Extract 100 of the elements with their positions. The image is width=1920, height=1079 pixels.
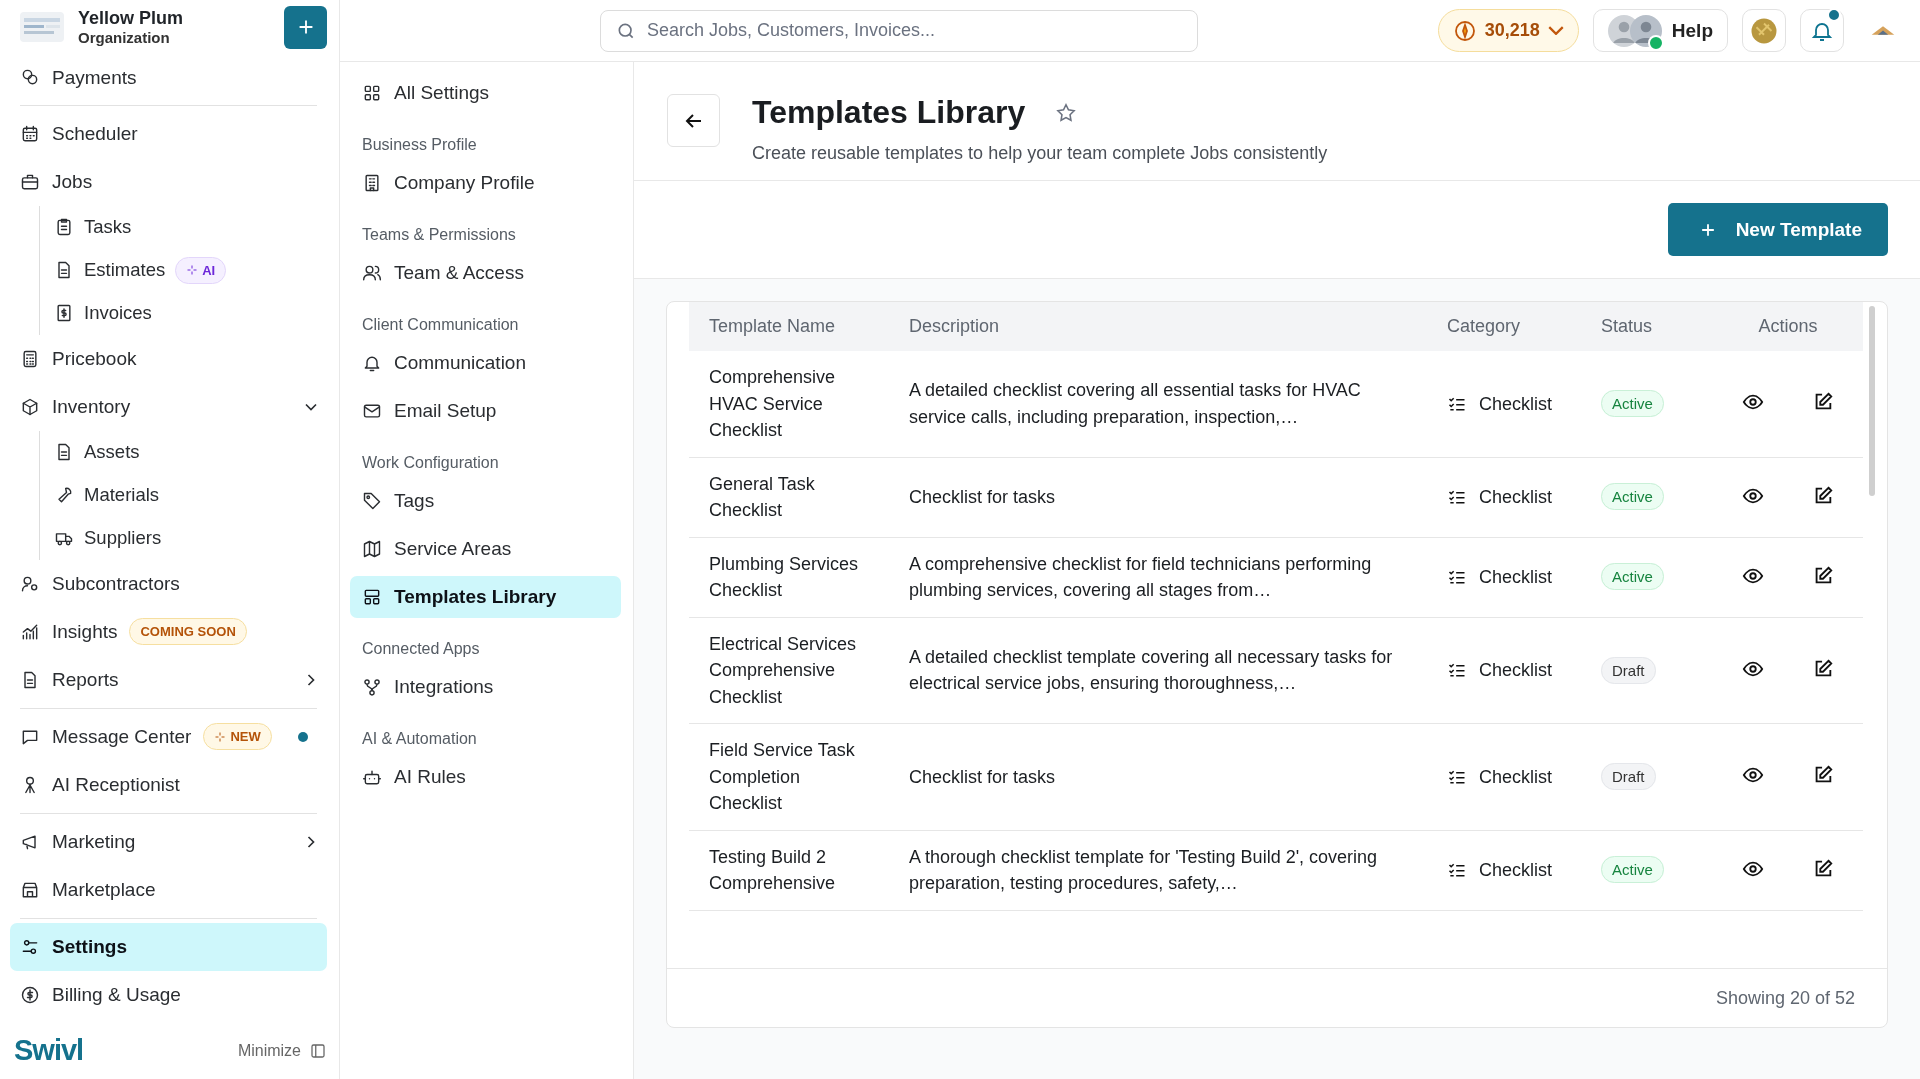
back-button[interactable]: [667, 94, 720, 147]
dollar-document-icon: [54, 303, 74, 324]
settings-nav-item[interactable]: Service Areas: [350, 528, 621, 570]
nav-item[interactable]: Inventory: [10, 382, 327, 431]
nav-item[interactable]: Scheduler: [10, 109, 327, 158]
nav-item[interactable]: Assets: [44, 430, 327, 474]
column-header: Category: [1447, 316, 1522, 337]
page-subtitle: Create reusable templates to help your team complete Jobs consistently: [752, 143, 1328, 164]
brand-logo: Swivl: [14, 1034, 84, 1068]
table-cell-text: Testing Build 2 Comprehensive: [708, 845, 837, 895]
scrollbar[interactable]: [1869, 306, 1875, 496]
nav-item[interactable]: Billing & Usage: [10, 970, 327, 1019]
settings-nav-item[interactable]: Integrations: [350, 666, 621, 708]
layout-icon: [362, 587, 382, 607]
clipboard-icon: [54, 217, 74, 238]
status-badge: Active: [1601, 390, 1664, 417]
settings-nav-item[interactable]: Company Profile: [350, 162, 621, 204]
search-field[interactable]: Search Jobs, Customers, Invoices...: [600, 9, 1198, 52]
page-title: Templates Library: [752, 94, 1026, 131]
feature-badge: NEW: [203, 723, 272, 751]
nav-item[interactable]: Suppliers: [44, 516, 327, 560]
settings-nav-item[interactable]: All Settings: [350, 72, 621, 114]
nav-item[interactable]: Invoices: [44, 291, 327, 335]
coin-icon: [1452, 18, 1477, 43]
settings-nav-item[interactable]: Team & Access: [350, 252, 621, 294]
nav-item[interactable]: Marketplace: [10, 865, 327, 914]
settings-nav-item[interactable]: Email Setup: [350, 390, 621, 432]
nav-item[interactable]: Materials: [44, 473, 327, 517]
section-heading: Connected Apps: [361, 639, 481, 659]
table-cell-text: Checklist for tasks: [909, 765, 1057, 789]
map-icon: [362, 539, 382, 559]
envelope-icon: [362, 401, 382, 421]
credits-button[interactable]: 30,218: [1437, 9, 1579, 52]
pagination-summary: Showing 20 of 52: [1715, 987, 1855, 1009]
chevron-down-icon: [1547, 26, 1564, 35]
nav-item[interactable]: Message Center NEW: [10, 712, 327, 761]
column-header: Description: [909, 316, 1001, 337]
section-heading: Teams & Permissions: [361, 225, 517, 245]
nav-item[interactable]: Subcontractors: [10, 559, 327, 608]
star-icon[interactable]: [1055, 101, 1078, 124]
settings-nav-item[interactable]: AI Rules: [350, 756, 621, 798]
organization-label: Organization: [78, 29, 171, 47]
table-cell-text: General Task Checklist: [708, 472, 816, 522]
status-badge: Active: [1601, 563, 1664, 591]
column-header: Status: [1601, 316, 1654, 337]
table-cell-text: Checklist: [1479, 565, 1553, 589]
sparkle-icon: [186, 264, 199, 277]
nav-item[interactable]: Jobs: [10, 157, 327, 206]
nav-item[interactable]: Marketing: [10, 817, 327, 866]
calendar-icon: [20, 123, 40, 144]
grid-icon: [362, 83, 382, 103]
feature-badge: COMING SOON: [129, 618, 247, 646]
nav-item[interactable]: Reports: [10, 655, 327, 704]
nav-item[interactable]: AI Receptionist: [10, 760, 327, 809]
table-cell-text: Plumbing Services Checklist: [708, 552, 860, 602]
settings-nav-item[interactable]: Communication: [350, 342, 621, 384]
nav-item[interactable]: Pricebook: [10, 334, 327, 383]
table-cell-text: Checklist for tasks: [909, 485, 1057, 509]
settings-nav-item[interactable]: Templates Library: [350, 576, 621, 618]
feature-badge: AI: [175, 256, 227, 284]
settings-nav-item[interactable]: Tags: [350, 480, 621, 522]
dollar-circle-icon: [20, 984, 40, 1005]
table-cell-text: A detailed checklist covering all essential tasks for HVAC service calls, including preparation, inspection,…: [909, 379, 1362, 429]
table-cell-text: Field Service Task Completion Checklist: [708, 739, 856, 815]
table-cell-text: A thorough checklist template for 'Testing Build 2', covering preparation, testing procedures, safety,…: [909, 845, 1379, 895]
section-heading: Business Profile: [361, 135, 478, 155]
users-icon: [362, 263, 382, 283]
table-cell-text: Checklist: [1479, 765, 1553, 789]
table-cell-text: Checklist: [1479, 659, 1553, 682]
nav-item[interactable]: Tasks: [44, 205, 327, 249]
sparkle-icon: [214, 730, 227, 743]
status-badge: Active: [1601, 483, 1664, 511]
status-badge: Draft: [1601, 656, 1656, 684]
add-button[interactable]: [284, 5, 327, 49]
status-badge: Active: [1601, 856, 1664, 884]
new-template-button[interactable]: New Template: [1667, 203, 1888, 256]
column-header: Actions: [1757, 316, 1819, 337]
nav-item[interactable]: Payments: [10, 66, 327, 101]
column-header: Template Name: [708, 316, 837, 337]
building-icon: [362, 173, 382, 193]
mountain-logo-icon: [1870, 24, 1896, 37]
table-cell-text: Electrical Services Comprehensive Checklist: [708, 632, 858, 709]
minimize-button[interactable]: Minimize: [237, 1041, 327, 1060]
notifications-button[interactable]: [1800, 9, 1844, 52]
cube-icon: [20, 396, 40, 417]
status-badge: Draft: [1601, 763, 1656, 790]
nav-item[interactable]: Estimates AI: [44, 248, 327, 292]
section-heading: Client Communication: [361, 315, 520, 335]
nav-item[interactable]: Settings: [10, 922, 327, 971]
sidebar-panel-icon: [309, 1041, 327, 1060]
table-cell-text: Checklist: [1479, 392, 1553, 416]
rewards-button[interactable]: [1742, 9, 1786, 52]
table-cell-text: Checklist: [1479, 858, 1553, 882]
tag-icon: [362, 491, 382, 511]
table-cell-text: A comprehensive checklist for field technicians performing plumbing services, covering all stages from…: [909, 552, 1373, 602]
nav-item[interactable]: Insights COMING SOON: [10, 607, 327, 656]
branch-icon: [362, 677, 382, 697]
help-button[interactable]: Help: [1592, 9, 1728, 52]
section-heading: AI & Automation: [361, 729, 478, 749]
organization-name: Yellow Plum: [78, 8, 185, 30]
